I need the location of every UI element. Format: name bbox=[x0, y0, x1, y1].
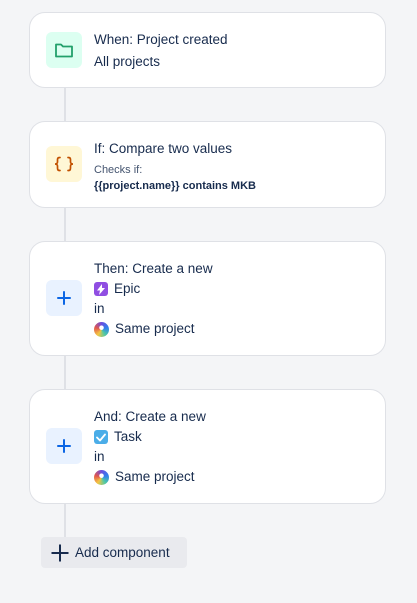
condition-title: If: Compare two values bbox=[94, 141, 233, 156]
condition-expression: {{project.name}} contains MKB bbox=[94, 180, 256, 192]
flow-connector bbox=[64, 356, 66, 389]
add-component-button[interactable]: Add component bbox=[41, 537, 187, 568]
condition-caption: Checks if: bbox=[94, 164, 143, 176]
action-title: And: Create a new bbox=[94, 409, 206, 424]
epic-lightning-icon bbox=[94, 282, 108, 296]
flow-connector bbox=[64, 504, 66, 537]
in-label: in bbox=[94, 301, 105, 316]
add-component-label: Add component bbox=[75, 545, 170, 560]
flow-connector bbox=[64, 88, 66, 121]
action-title: Then: Create a new bbox=[94, 261, 213, 276]
condition-card[interactable]: If: Compare two values Checks if: {{proj… bbox=[29, 121, 386, 208]
curly-braces-icon bbox=[46, 146, 82, 182]
folder-icon bbox=[46, 32, 82, 68]
issue-type-label: Epic bbox=[114, 281, 141, 296]
trigger-detail: All projects bbox=[94, 54, 161, 69]
action-card-task[interactable]: And: Create a new Task in Same project bbox=[29, 389, 386, 504]
project-avatar-icon bbox=[94, 321, 109, 337]
task-check-icon bbox=[94, 430, 108, 444]
trigger-title: When: Project created bbox=[94, 32, 228, 47]
action-card-epic[interactable]: Then: Create a new Epic in Same project bbox=[29, 241, 386, 356]
trigger-card[interactable]: When: Project created All projects bbox=[29, 12, 386, 88]
project-label: Same project bbox=[115, 469, 195, 484]
project-avatar-icon bbox=[94, 469, 109, 485]
flow-connector bbox=[64, 208, 66, 241]
plus-icon bbox=[46, 428, 82, 464]
plus-icon bbox=[51, 544, 69, 562]
issue-type-label: Task bbox=[114, 429, 142, 444]
in-label: in bbox=[94, 449, 105, 464]
plus-icon bbox=[46, 280, 82, 316]
project-label: Same project bbox=[115, 321, 195, 336]
